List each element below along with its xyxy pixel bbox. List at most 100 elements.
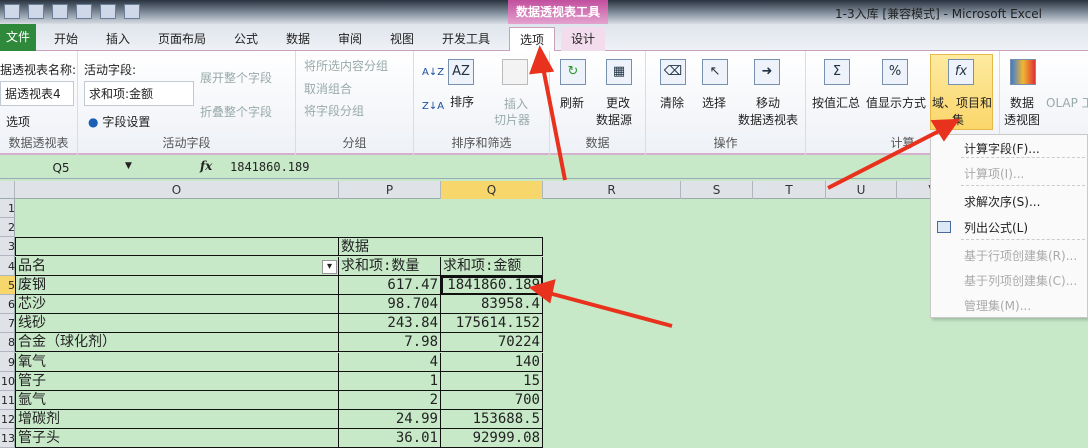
- print-preview-icon[interactable]: [76, 4, 92, 19]
- tab-file[interactable]: 文件: [0, 24, 36, 51]
- pivot-col-header[interactable]: 求和项:数量: [339, 256, 441, 276]
- pivot-qty-cell[interactable]: 1: [339, 371, 441, 391]
- redo-icon[interactable]: [52, 4, 68, 19]
- pivot-name-input[interactable]: 据透视表4: [0, 81, 74, 106]
- field-settings-button[interactable]: ● 字段设置: [88, 113, 150, 130]
- pivot-row-label[interactable]: 管子: [15, 371, 339, 391]
- sort-az-button[interactable]: A↓Z: [422, 67, 444, 78]
- tab-developer[interactable]: 开发工具: [442, 27, 490, 51]
- menu-item[interactable]: 管理集(M)...: [964, 297, 1031, 314]
- undo-icon[interactable]: [28, 4, 44, 19]
- column-header[interactable]: O: [15, 181, 339, 199]
- column-header[interactable]: R: [543, 181, 681, 199]
- menu-item[interactable]: 求解次序(S)...: [964, 193, 1040, 210]
- select-all-button[interactable]: [0, 181, 15, 199]
- row-header[interactable]: 4: [0, 257, 15, 276]
- column-header[interactable]: T: [753, 181, 826, 199]
- pivot-amount-cell[interactable]: 15: [441, 371, 543, 391]
- tab-insert[interactable]: 插入: [106, 27, 130, 51]
- clear-button[interactable]: 清除: [660, 94, 684, 111]
- ungroup-button[interactable]: 取消组合: [304, 80, 352, 97]
- tab-options[interactable]: 选项: [509, 27, 556, 52]
- active-field-input[interactable]: 求和项:金额: [84, 81, 194, 106]
- pivot-corner-cell[interactable]: [15, 237, 339, 257]
- pivot-row-label[interactable]: 废钢: [15, 275, 339, 295]
- row-header[interactable]: 13: [0, 429, 15, 448]
- group-selection-button[interactable]: 将所选内容分组: [304, 57, 388, 74]
- show-values-as-button[interactable]: 值显示方式: [866, 94, 926, 111]
- pivot-amount-cell[interactable]: 92999.08: [441, 429, 543, 448]
- column-header[interactable]: Q: [441, 181, 543, 199]
- change-source-button[interactable]: 更改: [606, 94, 630, 111]
- row-header[interactable]: 7: [0, 314, 15, 334]
- row-header[interactable]: 6: [0, 295, 15, 314]
- pivot-chart-button[interactable]: 数据: [1010, 94, 1034, 111]
- pivot-amount-cell[interactable]: 153688.5: [441, 410, 543, 430]
- print-icon[interactable]: [100, 4, 116, 19]
- pivot-qty-cell[interactable]: 7.98: [339, 333, 441, 353]
- form-icon[interactable]: [124, 4, 140, 19]
- pivot-qty-cell[interactable]: 4: [339, 352, 441, 372]
- pivot-row-label[interactable]: 管子头: [15, 429, 339, 448]
- row-header[interactable]: 5: [0, 275, 15, 295]
- olap-tools-button[interactable]: OLAP 工: [1046, 94, 1088, 111]
- pivot-row-label[interactable]: 芯沙: [15, 295, 339, 314]
- pivot-qty-cell[interactable]: 36.01: [339, 429, 441, 448]
- pivot-qty-cell[interactable]: 98.704: [339, 295, 441, 314]
- pivot-data-header[interactable]: 数据: [339, 237, 543, 257]
- row-header[interactable]: 10: [0, 372, 15, 391]
- menu-item[interactable]: 基于列项创建集(C)...: [964, 272, 1077, 289]
- pivot-amount-cell[interactable]: 83958.4: [441, 295, 543, 314]
- select-button[interactable]: 选择: [702, 94, 726, 111]
- collapse-field-button[interactable]: 折叠整个字段: [200, 103, 272, 120]
- tab-formulas[interactable]: 公式: [234, 27, 258, 51]
- move-pivot-button[interactable]: 移动: [756, 94, 780, 111]
- menu-item[interactable]: 基于行项创建集(R)...: [964, 247, 1077, 264]
- row-header[interactable]: 1: [0, 199, 15, 218]
- menu-item[interactable]: 计算项(I)...: [964, 165, 1024, 182]
- formula-input[interactable]: 1841860.189: [230, 160, 309, 174]
- row-header[interactable]: 3: [0, 237, 15, 257]
- refresh-button[interactable]: 刷新: [560, 94, 584, 111]
- filter-dropdown-icon[interactable]: ▾: [322, 259, 337, 274]
- pivot-row-header[interactable]: 品名: [15, 256, 339, 276]
- insert-function-icon[interactable]: fx: [200, 159, 212, 173]
- pivot-qty-cell[interactable]: 617.47: [339, 275, 441, 295]
- pivot-amount-cell[interactable]: 70224: [441, 333, 543, 353]
- pivot-col-header[interactable]: 求和项:金额: [441, 256, 543, 276]
- pivot-amount-cell[interactable]: 175614.152: [441, 314, 543, 334]
- row-header[interactable]: 8: [0, 333, 15, 353]
- tab-view[interactable]: 视图: [390, 27, 414, 51]
- pivot-qty-cell[interactable]: 243.84: [339, 314, 441, 334]
- menu-item[interactable]: 计算字段(F)...: [964, 140, 1040, 157]
- group-field-button[interactable]: 将字段分组: [304, 102, 364, 119]
- chevron-down-icon[interactable]: ▼: [125, 161, 132, 171]
- pivot-row-label[interactable]: 氩气: [15, 391, 339, 410]
- pivot-amount-cell[interactable]: 140: [441, 352, 543, 372]
- expand-field-button[interactable]: 展开整个字段: [200, 69, 272, 86]
- name-box[interactable]: Q5: [0, 157, 122, 179]
- pivot-row-label[interactable]: 线砂: [15, 314, 339, 334]
- pivot-row-label[interactable]: 氧气: [15, 352, 339, 372]
- row-header[interactable]: 2: [0, 218, 15, 238]
- row-header[interactable]: 11: [0, 391, 15, 410]
- pivot-qty-cell[interactable]: 2: [339, 391, 441, 410]
- insert-slicer-button[interactable]: 插入: [504, 95, 528, 112]
- column-header[interactable]: S: [681, 181, 753, 199]
- column-header[interactable]: P: [339, 181, 441, 199]
- row-header[interactable]: 12: [0, 410, 15, 430]
- pivot-amount-cell[interactable]: 700: [441, 391, 543, 410]
- pivot-row-label[interactable]: 增碳剂: [15, 410, 339, 430]
- save-icon[interactable]: [4, 4, 20, 19]
- tab-page-layout[interactable]: 页面布局: [158, 27, 206, 51]
- sort-button[interactable]: 排序: [450, 93, 474, 110]
- row-header[interactable]: 9: [0, 353, 15, 372]
- summarize-values-button[interactable]: 按值汇总: [812, 94, 860, 111]
- pivot-options-button[interactable]: 选项: [6, 113, 30, 130]
- pivot-qty-cell[interactable]: 24.99: [339, 410, 441, 430]
- column-header[interactable]: U: [826, 181, 897, 199]
- tab-home[interactable]: 开始: [54, 27, 78, 51]
- tab-review[interactable]: 审阅: [338, 27, 362, 51]
- pivot-amount-cell[interactable]: 1841860.189: [441, 275, 543, 295]
- pivot-row-label[interactable]: 合金（球化剂）: [15, 333, 339, 353]
